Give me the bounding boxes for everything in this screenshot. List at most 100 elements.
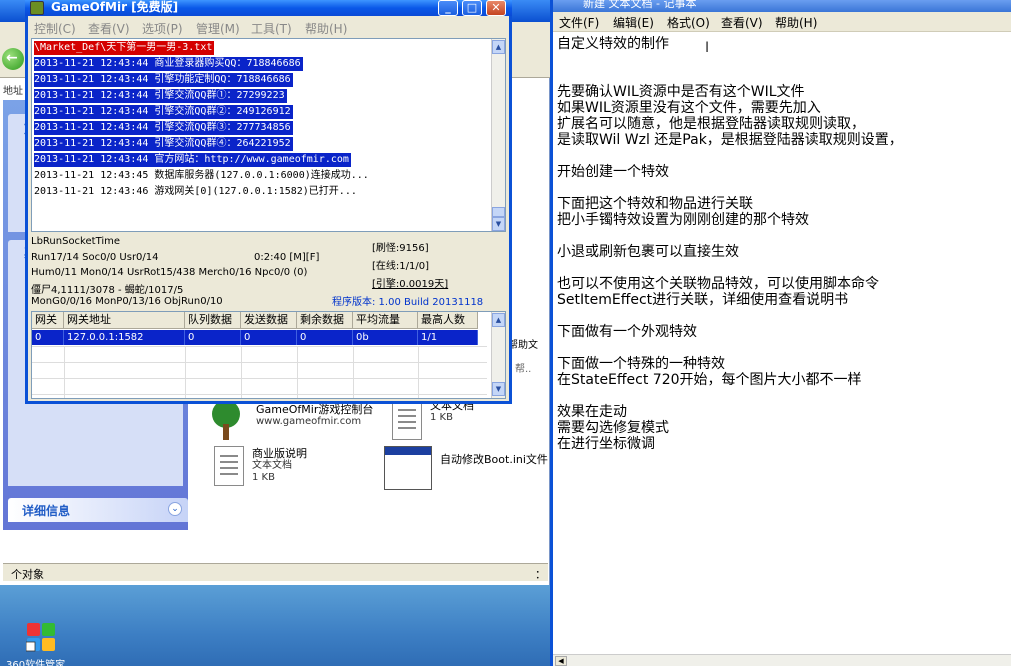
scroll-left-icon[interactable]: ◀ <box>555 656 567 666</box>
text-line: 如果WIL资源里没有这个文件，需要先加入 <box>557 100 821 116</box>
log-line: 2013-11-21 12:43:44 引擎交流QQ群④：264221952 <box>34 137 293 151</box>
file-list: GameOfMir游戏控制台 www.gameofmir.com 文本文档 1 … <box>190 400 548 560</box>
maximize-button[interactable]: □ <box>462 0 482 16</box>
table-cell: 1/1 <box>418 330 478 345</box>
scrollbar-thumb[interactable] <box>492 207 505 217</box>
table-cell: 0 <box>185 330 241 345</box>
file-text-doc[interactable]: 文本文档 1 KB <box>392 400 474 440</box>
scroll-up-icon[interactable]: ▲ <box>492 313 505 327</box>
text-line: 需要勾选修复模式 <box>557 420 669 436</box>
menu-view[interactable]: 查看(V) <box>721 14 763 31</box>
file-boot-ini-tool[interactable]: 自动修改Boot.ini文件 <box>384 446 552 490</box>
table-cell: 0 <box>32 330 64 345</box>
close-button[interactable]: ✕ <box>486 0 506 16</box>
column-header[interactable]: 队列数据 <box>185 312 241 329</box>
table-cell: 0 <box>297 330 353 345</box>
stat-uptime: 0:2:40 [M][F] <box>254 252 320 263</box>
desktop-background <box>0 585 550 666</box>
text-line: 小退或刷新包裹可以直接生效 <box>557 244 739 260</box>
notepad-window: 新建 文本文档 - 记事本 文件(F) 编辑(E) 格式(O) 查看(V) 帮助… <box>550 0 1011 666</box>
notepad-menubar: 文件(F) 编辑(E) 格式(O) 查看(V) 帮助(H) <box>553 12 1011 32</box>
column-header[interactable]: 剩余数据 <box>297 312 353 329</box>
minimize-button[interactable]: _ <box>438 0 458 16</box>
grid-scrollbar[interactable]: ▲ ▼ <box>491 312 505 398</box>
scroll-up-icon[interactable]: ▲ <box>492 40 505 54</box>
status-panel: LbRunSocketTime Run17/14 Soc0/0 Usr0/14 … <box>31 235 506 309</box>
status-right-text: ： <box>535 568 546 581</box>
file-size: 1 KB <box>430 412 453 423</box>
text-line: 自定义特效的制作 <box>557 36 669 52</box>
chevron-down-icon[interactable]: ⌄ <box>168 502 182 516</box>
log-panel[interactable]: \Market_Def\天下第一男一男-3.txt 2013-11-21 12:… <box>31 38 506 232</box>
log-line: \Market_Def\天下第一男一男-3.txt <box>34 41 215 55</box>
text-line: 效果在走动 <box>557 404 627 420</box>
program-version: 程序版本: 1.00 Build 20131118 <box>332 297 484 308</box>
scroll-down-icon[interactable]: ▼ <box>492 217 505 231</box>
file-type: 文本文档 <box>252 460 292 471</box>
tree-icon <box>204 400 248 440</box>
menu-format[interactable]: 格式(O) <box>667 14 710 31</box>
scroll-down-icon[interactable]: ▼ <box>492 382 505 396</box>
desktop-icon-label: 360软件管家 <box>6 660 66 666</box>
log-line: 2013-11-21 12:43:46 游戏网关[0](127.0.0.1:15… <box>34 186 357 197</box>
column-header[interactable]: 平均流量 <box>353 312 418 329</box>
text-line: 把小手镯特效设置为刚刚创建的那个特效 <box>557 212 809 228</box>
column-header[interactable]: 网关 <box>32 312 64 329</box>
app-icon <box>30 1 44 15</box>
menu-manage[interactable]: 管理(M) <box>196 20 240 37</box>
text-line: 先要确认WIL资源中是否有这个WIL文件 <box>557 84 805 100</box>
gameofmir-window: GameOfMir [免费版] _ □ ✕ 控制(C) 查看(V) 选项(P) … <box>25 0 512 404</box>
notepad-titlebar[interactable]: 新建 文本文档 - 记事本 <box>553 0 1011 12</box>
text-line: 下面做有一个外观特效 <box>557 324 697 340</box>
file-size: 1 KB <box>252 472 275 483</box>
software-manager-icon[interactable] <box>25 622 56 652</box>
stat-online: [在线:1/1/0] <box>372 261 429 272</box>
log-line: 2013-11-21 12:43:44 引擎功能定制QQ：718846686 <box>34 73 293 87</box>
menu-help[interactable]: 帮助(H) <box>775 14 817 31</box>
text-line: 扩展名可以随意，他是根据登陆器读取规则读取， <box>557 116 865 132</box>
column-header[interactable]: 网关地址 <box>64 312 185 329</box>
column-header[interactable]: 发送数据 <box>241 312 297 329</box>
status-object-count: 个对象 <box>11 568 44 581</box>
menu-tools[interactable]: 工具(T) <box>251 20 292 37</box>
file-gameofmir-console[interactable]: GameOfMir游戏控制台 www.gameofmir.com <box>204 400 373 440</box>
stat-mon-obj: MonG0/0/16 MonP0/13/16 ObjRun0/10 <box>31 296 223 307</box>
back-arrow-icon[interactable] <box>2 48 24 70</box>
menu-control[interactable]: 控制(C) <box>34 20 76 37</box>
file-name: GameOfMir游戏控制台 <box>256 403 374 416</box>
file-sub: www.gameofmir.com <box>256 416 362 427</box>
partial-help-file-label[interactable]: 帮助文 <box>508 336 538 351</box>
log-line: 2013-11-21 12:43:44 引擎交流QQ群②：249126912 <box>34 105 293 119</box>
notepad-text-area[interactable]: 自定义特效的制作 I 先要确认WIL资源中是否有这个WIL文件 如果WIL资源里… <box>557 34 1007 654</box>
details-label: 详细信息 <box>22 504 71 518</box>
application-window-icon <box>384 446 432 490</box>
column-header[interactable]: 最高人数 <box>418 312 478 329</box>
details-panel-header[interactable]: 详细信息 ⌄ <box>8 498 188 522</box>
grid-header: 网关 网关地址 队列数据 发送数据 剩余数据 平均流量 最高人数 <box>32 312 478 329</box>
table-cell: 0 <box>241 330 297 345</box>
menu-view[interactable]: 查看(V) <box>88 20 130 37</box>
menu-file[interactable]: 文件(F) <box>559 14 599 31</box>
stat-human-monster: Hum0/11 Mon0/14 UsrRot15/438 Merch0/16 N… <box>31 267 308 278</box>
horizontal-scrollbar[interactable]: ◀ <box>553 654 1011 666</box>
grid-divider <box>418 346 419 398</box>
window-title: 新建 文本文档 - 记事本 <box>583 0 697 10</box>
menu-help[interactable]: 帮助(H) <box>305 20 347 37</box>
menu-options[interactable]: 选项(P) <box>142 20 183 37</box>
log-scrollbar[interactable]: ▲ ▼ <box>491 39 505 231</box>
stat-run: Run17/14 Soc0/0 Usr0/14 <box>31 252 159 263</box>
menu-edit[interactable]: 编辑(E) <box>613 14 654 31</box>
text-line: 在进行坐标微调 <box>557 436 655 452</box>
gameofmir-titlebar[interactable]: GameOfMir [免费版] _ □ ✕ <box>25 0 512 16</box>
table-row[interactable]: 0 127.0.0.1:1582 0 0 0 0b 1/1 <box>32 330 478 345</box>
text-line: 开始创建一个特效 <box>557 164 669 180</box>
text-document-icon <box>214 446 244 486</box>
file-commercial-notes[interactable]: 商业版说明 文本文档 1 KB <box>214 446 307 486</box>
log-line: 2013-11-21 12:43:44 商业登录器购买QQ：718846686 <box>34 57 303 71</box>
stat-zombie: 僵尸4,1111/3078 - 蝎蛇/1017/5 <box>31 285 184 296</box>
gateway-grid[interactable]: 网关 网关地址 队列数据 发送数据 剩余数据 平均流量 最高人数 0 127.0… <box>31 311 506 399</box>
window-title: GameOfMir [免费版] <box>51 0 179 14</box>
grid-divider <box>185 346 186 398</box>
stat-engine[interactable]: [引擎:0.0019天] <box>372 275 448 290</box>
table-cell: 127.0.0.1:1582 <box>64 330 185 345</box>
